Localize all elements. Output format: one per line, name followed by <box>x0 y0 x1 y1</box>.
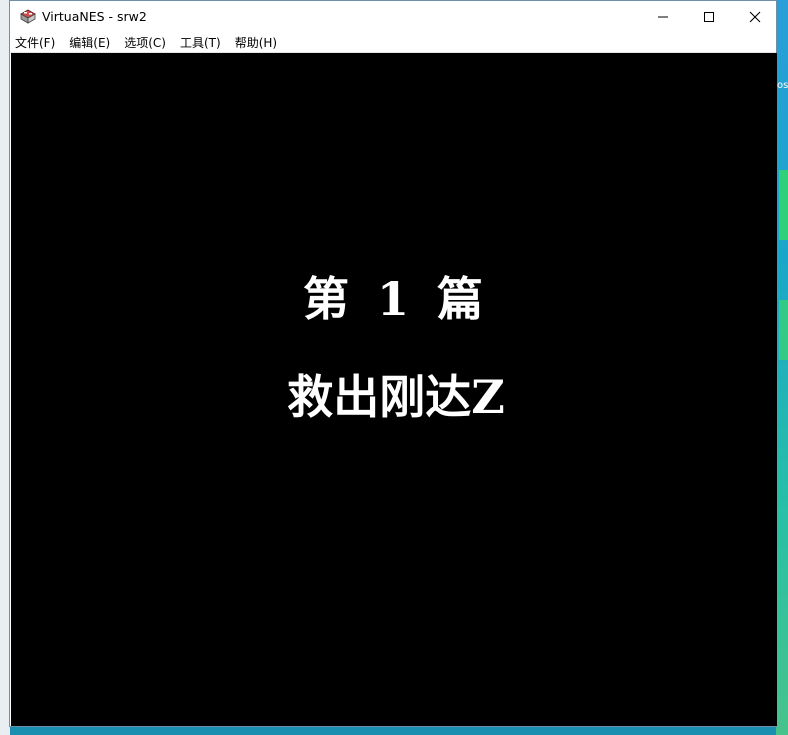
chapter-number: 第 1 篇 <box>302 272 490 326</box>
menu-tools[interactable]: 工具(T) <box>173 34 228 51</box>
close-icon <box>749 11 761 22</box>
window-title: VirtuaNES - srw2 <box>42 9 147 24</box>
menu-help[interactable]: 帮助(H) <box>228 34 284 51</box>
desktop-shape <box>779 300 788 360</box>
close-button[interactable] <box>732 1 778 32</box>
menu-file[interactable]: 文件(F) <box>10 34 62 51</box>
maximize-icon <box>704 11 714 22</box>
virtuanes-window: VirtuaNES - srw2 文件(F) 编辑(E) 选项(C) 工具(T)… <box>9 0 777 727</box>
minimize-button[interactable] <box>640 1 686 32</box>
game-screen[interactable]: 第 1 篇 救出刚达Z <box>11 53 777 726</box>
virtuanes-app-icon[interactable] <box>19 8 37 25</box>
chapter-title: 救出刚达Z <box>287 370 505 424</box>
maximize-button[interactable] <box>686 1 732 32</box>
desktop-partial-label: os <box>777 80 788 91</box>
menu-bar: 文件(F) 编辑(E) 选项(C) 工具(T) 帮助(H) <box>10 32 776 53</box>
minimize-icon <box>658 16 668 17</box>
menu-options[interactable]: 选项(C) <box>117 34 173 51</box>
desktop-shape <box>779 170 788 240</box>
title-bar[interactable]: VirtuaNES - srw2 <box>10 1 776 32</box>
menu-edit[interactable]: 编辑(E) <box>62 34 117 51</box>
